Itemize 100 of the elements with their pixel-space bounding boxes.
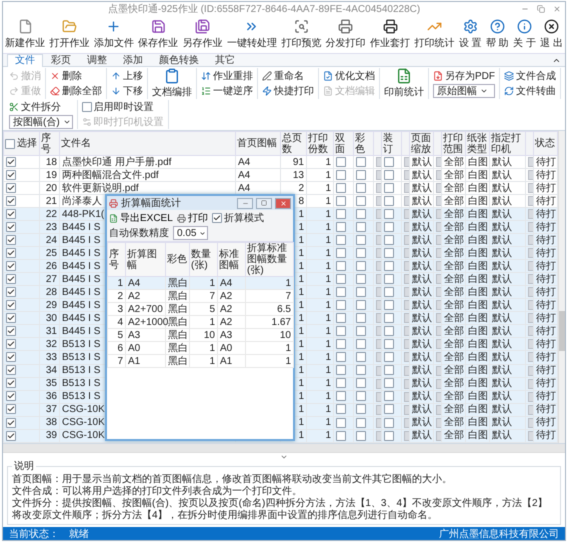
checkbox[interactable] [384, 235, 394, 246]
checkbox[interactable] [384, 418, 394, 428]
toolbar-button[interactable]: 退 出 [540, 18, 563, 51]
dialog-toolbar-button[interactable]: 导出EXCEL [109, 211, 173, 225]
cell-button[interactable] [404, 287, 408, 298]
ribbon-button[interactable]: 快捷打印 [262, 84, 314, 98]
cell-button[interactable] [404, 326, 408, 336]
checkbox[interactable] [356, 274, 366, 284]
table-row[interactable]: 18 点墨快印通 用户手册.pdf A4 91 1 默认 全部 白图 默认 待打 [4, 156, 558, 169]
checkbox[interactable] [336, 418, 346, 428]
checkbox[interactable] [384, 391, 394, 402]
cell-button[interactable] [376, 339, 380, 350]
cell-button[interactable] [376, 326, 380, 336]
toolbar-button[interactable]: 打开作业 [49, 18, 90, 51]
ribbon-button[interactable]: 文档编排 [152, 68, 192, 99]
checkbox[interactable] [356, 261, 366, 272]
cell-button[interactable] [436, 248, 440, 258]
toolbar-button[interactable]: 作业套打 [370, 18, 410, 51]
cell-button[interactable] [436, 418, 440, 428]
cell-button[interactable] [404, 313, 408, 324]
checkbox[interactable] [384, 209, 394, 219]
cell-button[interactable] [528, 196, 532, 206]
cell-button[interactable] [436, 235, 440, 246]
checkbox[interactable] [336, 352, 346, 362]
ribbon-button[interactable]: 删除全部 [50, 84, 102, 98]
cell-button[interactable] [376, 248, 380, 258]
table-row[interactable]: 6 A0 黑白 1 A0 1 [108, 342, 294, 354]
ribbon-button[interactable]: 重命名 [262, 69, 314, 83]
horizontal-scrollbar[interactable] [3, 444, 565, 453]
table-row[interactable]: 1 A4 黑白 1 A4 1 [108, 276, 294, 290]
close-button[interactable] [275, 198, 291, 208]
checkbox[interactable] [356, 339, 366, 350]
ribbon-button[interactable]: 文件拆分 [9, 100, 73, 114]
maximize-button[interactable] [256, 198, 272, 208]
cell-button[interactable] [436, 261, 440, 272]
checkbox[interactable] [356, 404, 366, 414]
checkbox[interactable] [356, 182, 366, 193]
cell-button[interactable] [528, 366, 532, 376]
cell-button[interactable] [376, 404, 380, 415]
table-row[interactable]: 19 两种图幅混合文件.pdf A4 13 1 默认 全部 白图 默认 待打 [4, 168, 558, 182]
ribbon-button[interactable]: 作业重排 [201, 69, 253, 83]
checkbox[interactable] [356, 300, 366, 310]
cell-button[interactable] [404, 392, 408, 402]
cell-button[interactable] [436, 196, 440, 206]
checkbox[interactable] [384, 404, 394, 414]
ribbon-tab[interactable]: 调整 [79, 54, 115, 67]
checkbox[interactable] [6, 209, 16, 219]
checkbox[interactable] [356, 430, 366, 441]
cell-button[interactable] [436, 430, 440, 441]
cell-button[interactable] [404, 339, 408, 350]
ribbon-button[interactable]: 印前统计 [384, 68, 424, 99]
cell-button[interactable] [376, 418, 380, 428]
cell-button[interactable] [436, 366, 440, 376]
cell-button[interactable] [404, 378, 408, 389]
checkbox[interactable] [384, 170, 394, 180]
checkbox[interactable] [384, 182, 394, 193]
checkbox[interactable] [356, 248, 366, 258]
checkbox[interactable] [6, 352, 16, 362]
cell-button[interactable] [376, 183, 380, 194]
cell-button[interactable] [376, 378, 380, 389]
cell-button[interactable] [528, 404, 532, 415]
toolbar-button[interactable]: 关 于 [513, 18, 536, 51]
toolbar-button[interactable]: 添加文件 [94, 18, 134, 51]
cell-button[interactable] [404, 261, 408, 272]
cell-button[interactable] [436, 392, 440, 402]
checkbox[interactable] [336, 365, 346, 376]
cell-button[interactable] [528, 352, 532, 362]
checkbox[interactable] [336, 222, 346, 232]
checkbox[interactable] [336, 326, 346, 336]
cell-button[interactable] [376, 313, 380, 324]
checkbox[interactable] [356, 418, 366, 428]
checkbox[interactable] [336, 170, 346, 180]
checkbox[interactable] [6, 430, 16, 441]
checkbox[interactable] [356, 170, 366, 180]
cell-button[interactable] [376, 366, 380, 376]
checkbox[interactable] [6, 404, 16, 414]
checkbox[interactable] [384, 430, 394, 441]
checkbox[interactable] [384, 300, 394, 310]
checkbox[interactable] [6, 248, 16, 258]
checkbox[interactable] [336, 274, 346, 284]
checkbox[interactable] [6, 222, 16, 232]
cell-button[interactable] [528, 300, 532, 310]
cell-button[interactable] [404, 418, 408, 428]
dialog-toolbar-button[interactable]: 打印 [176, 211, 208, 225]
cell-button[interactable] [528, 261, 532, 272]
cell-button[interactable] [404, 196, 408, 206]
cell-button[interactable] [436, 339, 440, 350]
checkbox[interactable] [356, 222, 366, 232]
checkbox[interactable] [356, 391, 366, 402]
cell-button[interactable] [528, 183, 532, 194]
checkbox[interactable] [384, 365, 394, 376]
checkbox[interactable] [6, 196, 16, 206]
checkbox[interactable] [336, 287, 346, 298]
checkbox[interactable] [356, 209, 366, 219]
toolbar-button[interactable]: 打印预览 [281, 18, 322, 51]
restore-icon[interactable] [537, 5, 545, 13]
cell-button[interactable] [404, 183, 408, 194]
cell-button[interactable] [404, 430, 408, 441]
checkbox[interactable] [336, 378, 346, 388]
toolbar-button[interactable]: 打印统计 [414, 18, 454, 51]
